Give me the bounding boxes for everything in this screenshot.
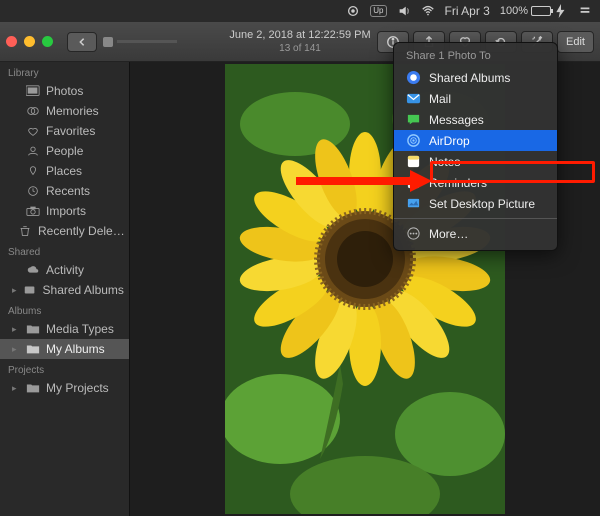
photos-icon [26,85,40,97]
sidebar-item-label: Shared Albums [43,283,124,297]
share-menu-messages[interactable]: Messages [394,109,557,130]
window-title: June 2, 2018 at 12:22:59 PM 13 of 141 [229,29,370,55]
system-menubar: Up Fri Apr 3 100% [0,0,600,22]
wifi-icon[interactable] [421,4,435,18]
shared-icon [23,284,37,296]
battery-pct: 100% [500,5,528,17]
sidebar-item-people[interactable]: People [0,141,129,161]
sidebar-item-label: Media Types [46,322,114,336]
heart-icon [26,125,40,137]
sidebar-item-imports[interactable]: Imports [0,201,129,221]
share-menu-shared-albums[interactable]: Shared Albums [394,67,557,88]
sidebar-item-label: My Projects [46,381,109,395]
sidebar-item-label: Places [46,164,82,178]
sidebar-item-my-projects[interactable]: My Projects [0,378,129,398]
folder-icon [26,343,40,355]
memories-icon [26,105,40,117]
sidebar-item-photos[interactable]: Photos [0,81,129,101]
sidebar-item-memories[interactable]: Memories [0,101,129,121]
battery-indicator[interactable]: 100% [500,4,568,18]
sidebar-item-recently-deleted[interactable]: Recently Dele… [0,221,129,241]
annotation-arrow [292,168,432,194]
minimize-window-button[interactable] [24,36,35,47]
sidebar-item-label: My Albums [46,342,105,356]
sidebar-heading: Library [0,62,129,81]
zoom-slider[interactable] [103,37,177,47]
volume-icon[interactable] [397,4,411,18]
traffic-lights [6,36,53,47]
close-window-button[interactable] [6,36,17,47]
zoom-window-button[interactable] [42,36,53,47]
clock-icon [26,185,40,197]
sidebar-item-media-types[interactable]: Media Types [0,319,129,339]
share-menu-label: Mail [429,92,451,106]
sidebar-heading: Projects [0,359,129,378]
folder-icon [26,323,40,335]
sidebar-item-label: Memories [46,104,99,118]
mail-icon [406,91,421,106]
sidebar-item-places[interactable]: Places [0,161,129,181]
clock-text[interactable]: Fri Apr 3 [445,4,490,18]
share-menu: Share 1 Photo To Shared Albums Mail Mess… [393,42,558,251]
folder-icon [26,382,40,394]
sidebar-item-activity[interactable]: Activity [0,260,129,280]
pin-icon [26,165,40,177]
sidebar-item-label: Photos [46,84,83,98]
sidebar-item-label: Recents [46,184,90,198]
upwork-icon[interactable]: Up [370,5,386,17]
sidebar-item-my-albums[interactable]: My Albums [0,339,129,359]
screenrec-icon[interactable] [346,4,360,18]
photos-window: June 2, 2018 at 12:22:59 PM 13 of 141 Ed… [0,22,600,516]
sidebar-item-favorites[interactable]: Favorites [0,121,129,141]
back-button[interactable] [67,32,97,52]
photo-counter: 13 of 141 [229,42,370,55]
camera-icon [26,205,40,217]
share-menu-label: Messages [429,113,484,127]
notes-icon [406,154,421,169]
share-menu-label: More… [429,227,468,241]
edit-button[interactable]: Edit [557,31,594,53]
messages-icon [406,112,421,127]
shared-albums-icon [406,70,421,85]
more-icon [406,226,421,241]
share-menu-label: Reminders [429,176,487,190]
sidebar-item-label: Recently Dele… [38,224,125,238]
cloud-icon [26,264,40,276]
share-menu-set-desktop[interactable]: Set Desktop Picture [394,193,557,214]
share-menu-label: Notes [429,155,460,169]
airdrop-icon [406,133,421,148]
sidebar-item-label: Activity [46,263,84,277]
sidebar-item-shared-albums[interactable]: Shared Albums [0,280,129,300]
share-menu-label: Set Desktop Picture [429,197,535,211]
sidebar: Library Photos Memories Favorites People… [0,62,130,516]
share-menu-more[interactable]: More… [394,223,557,244]
share-menu-title: Share 1 Photo To [394,47,557,67]
sidebar-item-label: People [46,144,83,158]
sidebar-item-recents[interactable]: Recents [0,181,129,201]
photo-date: June 2, 2018 at 12:22:59 PM [229,29,370,42]
trash-icon [18,225,32,237]
people-icon [26,145,40,157]
sidebar-item-label: Imports [46,204,86,218]
share-menu-label: Shared Albums [429,71,510,85]
share-menu-mail[interactable]: Mail [394,88,557,109]
share-menu-airdrop[interactable]: AirDrop [394,130,557,151]
menu-extra-icon[interactable] [578,4,592,18]
sidebar-item-label: Favorites [46,124,95,138]
share-menu-label: AirDrop [429,134,470,148]
sidebar-heading: Shared [0,241,129,260]
desktop-icon [406,196,421,211]
share-menu-separator [394,218,557,219]
sidebar-heading: Albums [0,300,129,319]
